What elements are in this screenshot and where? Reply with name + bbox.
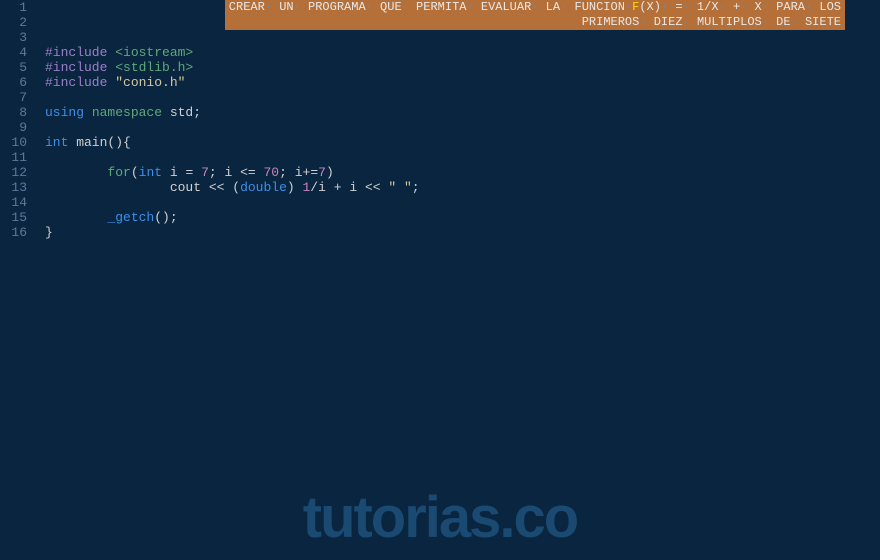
code-line[interactable]: #include "conio.h": [35, 75, 880, 90]
line-number: 5: [0, 60, 27, 75]
watermark-logo: tutorias.co: [303, 510, 578, 525]
code-line[interactable]: for(int i = 7; i <= 70; i+=7): [35, 165, 880, 180]
line-number: 1: [0, 0, 27, 15]
line-number: 8: [0, 105, 27, 120]
comment-line-2: PRIMEROS· DIEZ· MULTIPLOS· DE· SIETE: [229, 15, 841, 30]
code-line[interactable]: using namespace std;: [35, 105, 880, 120]
line-number: 9: [0, 120, 27, 135]
line-number: 7: [0, 90, 27, 105]
line-number: 14: [0, 195, 27, 210]
code-line[interactable]: cout << (double) 1/i + i << " ";: [35, 180, 880, 195]
line-number: 4: [0, 45, 27, 60]
line-number-gutter: 1 2 3 4 5 6 7 8 9 10 11 12 13 14 15 16: [0, 0, 35, 560]
code-line[interactable]: #include <stdlib.h>: [35, 60, 880, 75]
line-number: 10: [0, 135, 27, 150]
code-line[interactable]: [35, 195, 880, 210]
code-line[interactable]: [35, 30, 880, 45]
code-line[interactable]: #include <iostream>: [35, 45, 880, 60]
code-line[interactable]: _getch();: [35, 210, 880, 225]
header-comment: CREAR· UN· PROGRAMA· QUE· PERMITA· EVALU…: [225, 0, 845, 30]
line-number: 11: [0, 150, 27, 165]
code-line[interactable]: }: [35, 225, 880, 240]
code-editor[interactable]: 1 2 3 4 5 6 7 8 9 10 11 12 13 14 15 16 C…: [0, 0, 880, 560]
comment-line-1: CREAR· UN· PROGRAMA· QUE· PERMITA· EVALU…: [229, 0, 841, 15]
line-number: 12: [0, 165, 27, 180]
code-line[interactable]: [35, 90, 880, 105]
code-line[interactable]: [35, 120, 880, 135]
line-number: 2: [0, 15, 27, 30]
line-number: 3: [0, 30, 27, 45]
line-number: 15: [0, 210, 27, 225]
line-number: 13: [0, 180, 27, 195]
code-line[interactable]: int main(){: [35, 135, 880, 150]
code-line[interactable]: [35, 150, 880, 165]
line-number: 6: [0, 75, 27, 90]
line-number: 16: [0, 225, 27, 240]
code-content[interactable]: CREAR· UN· PROGRAMA· QUE· PERMITA· EVALU…: [35, 0, 880, 560]
